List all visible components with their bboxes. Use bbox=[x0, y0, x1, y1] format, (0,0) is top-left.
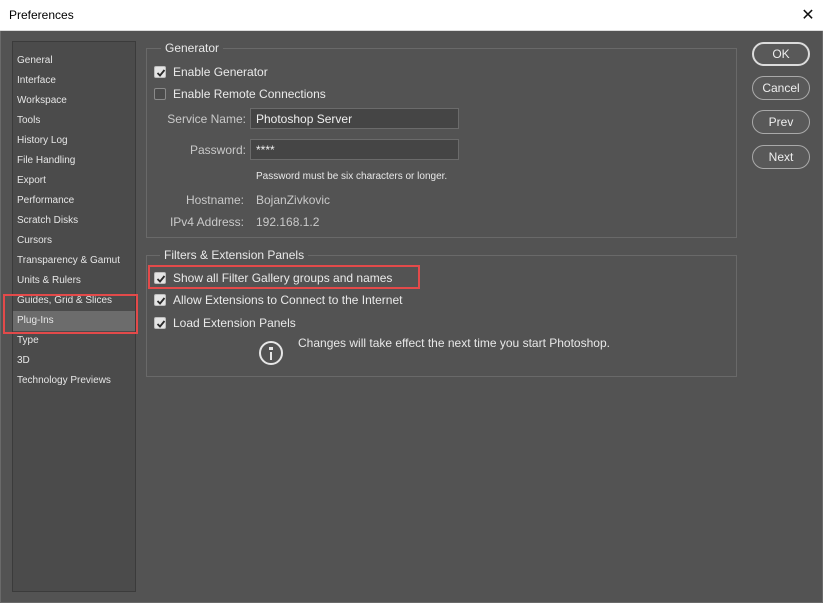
filters-legend: Filters & Extension Panels bbox=[160, 248, 309, 262]
cancel-button[interactable]: Cancel bbox=[752, 76, 810, 100]
service-name-label: Service Name: bbox=[167, 112, 246, 126]
enable-remote-checkbox[interactable] bbox=[154, 88, 166, 100]
enable-generator-checkbox[interactable] bbox=[154, 66, 166, 78]
sidebar-item-history-log[interactable]: History Log bbox=[17, 131, 68, 151]
ok-button[interactable]: OK bbox=[752, 42, 810, 66]
sidebar-item-workspace[interactable]: Workspace bbox=[17, 91, 67, 111]
enable-remote-label: Enable Remote Connections bbox=[173, 87, 326, 101]
prev-button[interactable]: Prev bbox=[752, 110, 810, 134]
enable-generator-label: Enable Generator bbox=[173, 65, 268, 79]
plug-ins-highlight-box bbox=[3, 294, 138, 334]
close-icon[interactable]: ✕ bbox=[793, 0, 823, 31]
sidebar-item-cursors[interactable]: Cursors bbox=[17, 231, 52, 251]
sidebar-item-export[interactable]: Export bbox=[17, 171, 46, 191]
filter-gallery-highlight-box bbox=[148, 265, 420, 289]
allow-extensions-label: Allow Extensions to Connect to the Inter… bbox=[173, 293, 403, 307]
sidebar-item-tools[interactable]: Tools bbox=[17, 111, 40, 131]
sidebar-item-general[interactable]: General bbox=[17, 51, 53, 71]
window-title: Preferences bbox=[9, 8, 74, 22]
service-name-input[interactable]: Photoshop Server bbox=[250, 108, 459, 129]
ipv4-value: 192.168.1.2 bbox=[256, 215, 320, 229]
sidebar-item-units-rulers[interactable]: Units & Rulers bbox=[17, 271, 81, 291]
password-label: Password: bbox=[189, 143, 246, 157]
sidebar-item-transparency-gamut[interactable]: Transparency & Gamut bbox=[17, 251, 120, 271]
allow-extensions-checkbox[interactable] bbox=[154, 294, 166, 306]
hostname-value: BojanZivkovic bbox=[256, 193, 331, 207]
generator-legend: Generator bbox=[161, 41, 224, 55]
sidebar-item-type[interactable]: Type bbox=[17, 331, 39, 351]
ipv4-label: IPv4 Address: bbox=[169, 215, 244, 229]
restart-notice: Changes will take effect the next time y… bbox=[298, 336, 610, 350]
password-input[interactable]: **** bbox=[250, 139, 459, 160]
hostname-label: Hostname: bbox=[185, 193, 244, 207]
sidebar-item-performance[interactable]: Performance bbox=[17, 191, 74, 211]
sidebar-item-interface[interactable]: Interface bbox=[17, 71, 56, 91]
check-icon bbox=[156, 297, 166, 305]
next-button[interactable]: Next bbox=[752, 145, 810, 169]
load-panels-label: Load Extension Panels bbox=[173, 316, 296, 330]
sidebar-item-scratch-disks[interactable]: Scratch Disks bbox=[17, 211, 78, 231]
sidebar-item-3d[interactable]: 3D bbox=[17, 351, 30, 371]
sidebar-item-file-handling[interactable]: File Handling bbox=[17, 151, 75, 171]
preferences-dialog: General Interface Workspace Tools Histor… bbox=[0, 31, 823, 603]
sidebar-item-technology-previews[interactable]: Technology Previews bbox=[17, 371, 111, 391]
password-hint: Password must be six characters or longe… bbox=[256, 171, 448, 182]
info-icon bbox=[259, 341, 283, 365]
check-icon bbox=[156, 320, 166, 328]
check-icon bbox=[156, 69, 166, 77]
title-bar: Preferences ✕ bbox=[0, 0, 823, 31]
load-panels-checkbox[interactable] bbox=[154, 317, 166, 329]
